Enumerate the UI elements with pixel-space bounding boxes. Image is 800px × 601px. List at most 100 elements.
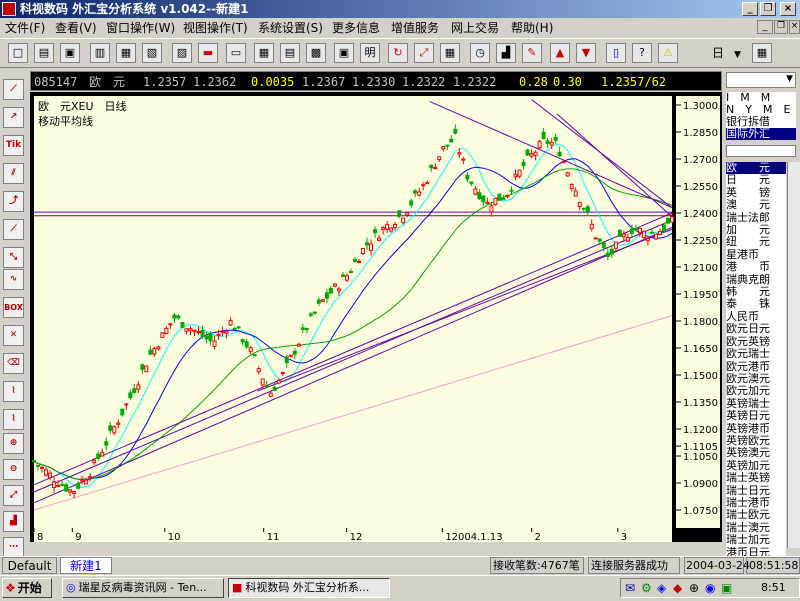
eraser-tool-icon[interactable]: ⌫: [3, 353, 24, 374]
currency-item[interactable]: 澳 元: [726, 199, 786, 211]
currency-item[interactable]: 英 镑: [726, 187, 786, 199]
task-button-browser[interactable]: ◎ 瑞星反病毒资讯网 - Ten...: [62, 578, 224, 598]
currency-item[interactable]: 英镑欧元: [726, 435, 786, 447]
segment-tool-icon[interactable]: ⟋: [3, 219, 24, 240]
table-icon[interactable]: ▦: [752, 43, 772, 63]
new-icon[interactable]: □: [8, 43, 28, 63]
menu-settings[interactable]: 系统设置(S): [258, 20, 323, 36]
window-icon[interactable]: ▯: [606, 43, 626, 63]
help-icon[interactable]: ?: [632, 43, 652, 63]
price-chart[interactable]: 1.3000 1.2850 1.2700 1.2550 1.2400 1.2250 1.21…: [30, 92, 722, 542]
menu-online-trade[interactable]: 网上交易: [451, 20, 499, 36]
currency-item[interactable]: 星港币: [726, 249, 786, 261]
parallel-tool-icon[interactable]: ⫽: [3, 163, 24, 184]
tab-default[interactable]: Default: [2, 557, 57, 574]
layout-quad-icon[interactable]: ▩: [306, 43, 326, 63]
period-select[interactable]: 日 ▼: [712, 44, 752, 62]
menu-view-ops[interactable]: 视图操作(T): [183, 20, 248, 36]
preview-icon[interactable]: ▧: [142, 43, 162, 63]
market-item[interactable]: 国际外汇: [726, 128, 796, 140]
tick-tool-icon[interactable]: Tik: [3, 135, 24, 156]
fib-tool-icon[interactable]: ⌇: [3, 381, 24, 402]
currency-item[interactable]: 瑞士欧元: [726, 509, 786, 521]
tray-icon-4[interactable]: ◆: [673, 581, 682, 595]
market-item[interactable]: I M M: [726, 92, 796, 104]
tray-icon-7[interactable]: ▣: [721, 581, 732, 595]
currency-item[interactable]: 瑞士港币: [726, 497, 786, 509]
chart-area[interactable]: 1.3000 1.2850 1.2700 1.2550 1.2400 1.2250 1.21…: [30, 92, 722, 542]
box-tool-icon[interactable]: BOX: [3, 297, 24, 318]
reset-icon[interactable]: ↻: [388, 43, 408, 63]
mdi-restore-button[interactable]: ❐: [774, 20, 788, 34]
currency-item[interactable]: 瑞典克朗: [726, 274, 786, 286]
cut-icon[interactable]: ▨: [172, 43, 192, 63]
currency-item[interactable]: 瑞士澳元: [726, 522, 786, 534]
currency-item[interactable]: 欧元日元: [726, 323, 786, 335]
open-icon[interactable]: ▤: [34, 43, 54, 63]
channel-tool-icon[interactable]: ⤴: [3, 191, 24, 212]
fan-tool-icon[interactable]: ⤡: [3, 247, 24, 268]
currency-item[interactable]: 瑞士英镑: [726, 472, 786, 484]
currency-item[interactable]: 英镑加元: [726, 460, 786, 472]
clock-icon[interactable]: ◷: [470, 43, 490, 63]
currency-item[interactable]: 瑞士法郎: [726, 212, 786, 224]
currency-item[interactable]: 瑞士加元: [726, 534, 786, 546]
tray-icon-6[interactable]: ◉: [705, 581, 715, 595]
mdi-close-button[interactable]: ×: [789, 20, 800, 34]
close-button[interactable]: ×: [780, 2, 796, 16]
start-button[interactable]: ❖ 开始: [2, 578, 52, 598]
currency-list-scrollbar[interactable]: [787, 162, 800, 548]
bar-tool-icon[interactable]: ▟: [3, 511, 24, 532]
layout-grid-icon[interactable]: ▦: [254, 43, 274, 63]
arrow-down-icon[interactable]: ▼: [576, 43, 596, 63]
menu-help[interactable]: 帮助(H): [511, 20, 553, 36]
wave-tool-icon[interactable]: ∿: [3, 269, 24, 290]
tray-icon-5[interactable]: ⊕: [689, 581, 699, 595]
tray-icon-2[interactable]: ⚙: [641, 581, 652, 595]
currency-item[interactable]: 日 元: [726, 174, 786, 186]
pen-icon[interactable]: ✎: [522, 43, 542, 63]
tab-new1[interactable]: 新建1: [60, 557, 112, 574]
print-icon[interactable]: ▦: [116, 43, 136, 63]
currency-item[interactable]: 韩 元: [726, 286, 786, 298]
market-scroll[interactable]: [726, 145, 796, 157]
currency-item[interactable]: 英镑瑞士: [726, 398, 786, 410]
trend-tool-icon[interactable]: ⤢: [3, 485, 24, 506]
grid-icon[interactable]: ▦: [440, 43, 460, 63]
currency-item[interactable]: 英镑日元: [726, 410, 786, 422]
currency-item[interactable]: 欧元加元: [726, 385, 786, 397]
mdi-minimize-button[interactable]: _: [757, 20, 773, 34]
menu-more-info[interactable]: 更多信息: [332, 20, 380, 36]
ray-tool-icon[interactable]: ↗: [3, 107, 24, 128]
save-icon[interactable]: ▣: [60, 43, 80, 63]
currency-item[interactable]: 英镑澳元: [726, 447, 786, 459]
currency-item[interactable]: 瑞士日元: [726, 485, 786, 497]
currency-item[interactable]: 欧元英镑: [726, 336, 786, 348]
tray-icon-3[interactable]: ◈: [657, 581, 666, 595]
layout-red-icon[interactable]: ▬: [198, 43, 218, 63]
cycle-tool-icon[interactable]: ⌇: [3, 409, 24, 430]
currency-item[interactable]: 人民币: [726, 311, 786, 323]
minimize-button[interactable]: _: [742, 2, 758, 16]
zoom-out-icon[interactable]: ⊖: [3, 459, 24, 480]
currency-item[interactable]: 欧元澳元: [726, 373, 786, 385]
copy-icon[interactable]: ▥: [90, 43, 110, 63]
market-item[interactable]: N Y M E: [726, 104, 796, 116]
warning-icon[interactable]: ⚠: [658, 43, 678, 63]
zoom-in-icon[interactable]: ⊕: [3, 433, 24, 454]
task-button-app[interactable]: ■ 科视数码 外汇宝分析系...: [228, 578, 390, 598]
menu-value-added[interactable]: 增值服务: [391, 20, 439, 36]
currency-item[interactable]: 加 元: [726, 224, 786, 236]
chart-icon[interactable]: ▟: [496, 43, 516, 63]
arrow-up-icon[interactable]: ▲: [550, 43, 570, 63]
menu-view[interactable]: 查看(V): [55, 20, 97, 36]
line-tool-icon[interactable]: ⟋: [3, 79, 24, 100]
currency-item[interactable]: 泰 铢: [726, 298, 786, 310]
currency-item[interactable]: 欧 元: [726, 162, 786, 175]
restore-button[interactable]: ❐: [760, 2, 776, 16]
layout-split-icon[interactable]: ▤: [280, 43, 300, 63]
market-select[interactable]: ▼: [726, 72, 796, 88]
tray-icon-1[interactable]: ✉: [625, 581, 635, 595]
currency-item[interactable]: 欧元港币: [726, 361, 786, 373]
currency-item[interactable]: 纽 元: [726, 236, 786, 248]
